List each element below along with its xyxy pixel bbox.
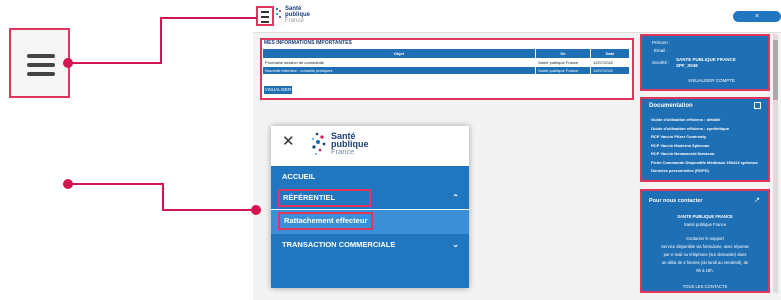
table-cell: Santé publique France [535,66,591,75]
info-table: Objet De Date Prochaine session de comma… [262,48,630,75]
logo-dots-icon [276,8,281,18]
menu-header [271,126,469,166]
table-row[interactable]: Nouvelle interface : conseils pratiques … [262,66,630,75]
table-cell: Santé publique France [535,58,591,67]
info-panel-title: MES INFORMATIONS IMPORTANTES [264,40,352,46]
contact-org: SANTE PUBLIQUE FRANCE [677,214,733,219]
documentation-title: Documentation [649,103,693,109]
doc-link[interactable]: Données personnelles (RGPD) [651,167,758,176]
societe-value: SANTE PUBLIQUE FRANCE [676,57,736,62]
hamburger-menu-icon-zoomed [27,54,55,81]
close-icon[interactable]: ✕ [282,134,295,149]
support-text: Service disponible via formulaire, avec … [661,244,749,249]
email-label: Email : [654,48,668,53]
doc-link[interactable]: RCP Vaccin Pfizer Comirnaty [651,133,758,142]
callout-connector [160,17,257,19]
prenom-label: Prénom : [652,40,671,45]
logo-dots-icon [311,132,326,156]
top-right-button[interactable]: × [733,11,781,22]
table-header-de: De [535,48,591,59]
all-contacts-link[interactable]: TOUS LES CONTACTS [642,283,768,291]
menu-empty-area [271,256,469,288]
submenu-item-label: Rattachement effecteur [278,212,374,230]
callout-connector [68,183,164,185]
table-cell: 12/07/2022 [590,58,630,67]
callout-connector [162,209,254,211]
contact-panel: Pour nous contacter ↗ SANTE PUBLIQUE FRA… [640,189,770,293]
table-row[interactable]: Prochaine session de commande Santé publ… [262,58,630,67]
menu-item-accueil[interactable]: ACCUEIL [271,166,469,188]
table-cell: Nouvelle interface : conseils pratiques [262,66,536,75]
menu-item-label: ACCUEIL [282,172,316,181]
scrollbar-thumb[interactable] [773,40,778,100]
doc-link[interactable]: Guide d'utilisation efficiens : synthéti… [651,125,758,134]
callout-connector [68,62,162,64]
profile-panel: Prénom : Email : Société : SANTE PUBLIQU… [640,34,770,91]
menu-item-referentiel[interactable]: RÉFÉRENTIEL ⌃ [271,187,469,209]
documentation-list: Guide d'utilisation efficiens : détaillé… [651,116,758,176]
doc-link[interactable]: RCP Vaccin Moderna Spikevax [651,142,758,151]
doc-link[interactable]: Guide d'utilisation efficiens : détaillé [651,116,758,125]
menu-logo: Santé publique France [331,132,369,156]
menu-item-transaction[interactable]: TRANSACTION COMMERCIALE ⌄ [271,234,469,256]
pin-icon: ↗ [754,197,760,204]
chevron-up-icon: ⌃ [452,193,459,202]
callout-connector [162,183,164,210]
hamburger-zoom-callout [9,28,70,98]
doc-link[interactable]: RCP Vaccin Novavaxvid Nuvaxoa [651,150,758,159]
hamburger-menu-icon[interactable] [256,6,274,26]
top-bar [253,0,781,33]
support-text: par e-mail ou téléphone (sur demande) da… [663,252,747,257]
callout-connector [160,18,162,64]
brand-logo: Santé publique France [276,6,310,24]
contact-title: Pour nous contacter [649,198,703,204]
support-text: 9h à 19h. [696,268,714,273]
societe-code: SPF_X046 [676,63,698,68]
table-cell: 12/07/2022 [590,66,630,75]
support-title: Contacter le support [686,236,724,241]
doc-link[interactable]: Fiche Commande Dispositifs Médicaux 2904… [651,159,758,168]
contact-body: SANTE PUBLIQUE FRANCE Santé publique Fra… [642,213,768,291]
menu-item-rattachement[interactable]: Rattachement effecteur [271,210,469,234]
documentation-panel: Documentation Guide d'utilisation effici… [640,97,770,182]
logo-line3: France [285,18,304,24]
table-header-date: Date [590,48,630,59]
contact-org-sub: Santé publique France [683,222,727,227]
callout-dot [251,205,261,215]
table-header-objet: Objet [262,48,536,59]
visualiser-button[interactable]: VISUALISER [264,86,292,94]
societe-label: Société : [652,60,670,65]
menu-logo-line3: France [331,147,355,156]
table-cell: Prochaine session de commande [262,58,536,67]
chevron-down-icon: ⌄ [452,240,459,249]
document-icon [754,102,761,109]
support-text: un délai de 2 heures (du lundi au vendre… [661,260,749,265]
menu-item-label: RÉFÉRENTIEL [278,189,372,207]
visualiser-compte-link[interactable]: VISUALISER COMPTE [688,78,735,83]
menu-item-label: TRANSACTION COMMERCIALE [282,240,396,249]
